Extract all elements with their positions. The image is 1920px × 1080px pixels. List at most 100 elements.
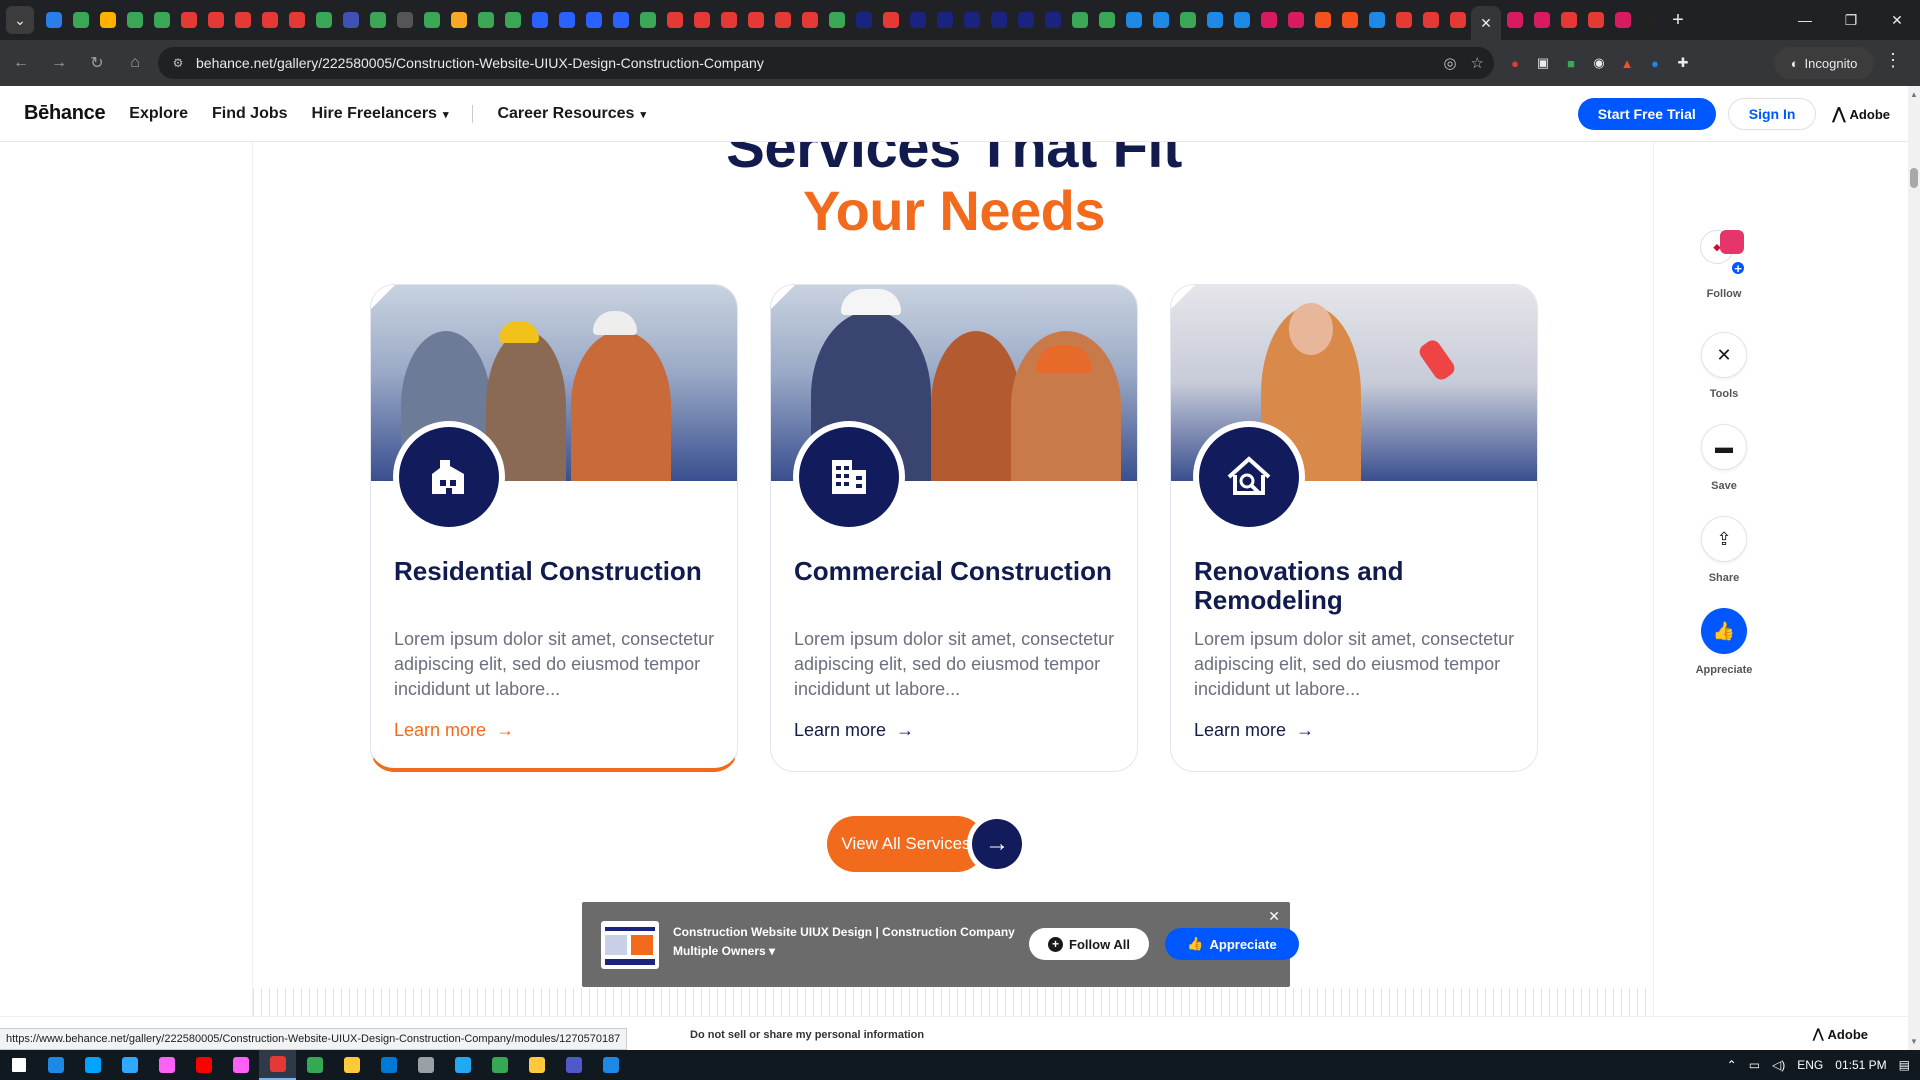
browser-tab[interactable] [472,0,499,40]
scroll-up-icon[interactable]: ▲ [1910,90,1918,99]
taskbar-app-icon[interactable] [296,1050,333,1080]
browser-tab[interactable] [1093,0,1120,40]
home-icon[interactable]: ⌂ [118,46,152,80]
browser-tab[interactable] [796,0,823,40]
browser-tab[interactable] [1282,0,1309,40]
view-all-services-button[interactable]: View All Services [827,816,985,872]
minimize-icon[interactable]: — [1782,0,1828,40]
eye-off-icon[interactable]: ◎ [1443,54,1456,72]
bookmark-star-icon[interactable]: ☆ [1471,54,1484,72]
browser-tab[interactable] [229,0,256,40]
rail-follow[interactable]: ◆ + Follow [1676,230,1772,300]
behance-logo[interactable]: Bēhance [24,102,106,125]
rail-tools[interactable]: ✕ Tools [1676,332,1772,400]
browser-tab[interactable] [1501,0,1528,40]
browser-menu-icon[interactable]: ⋮ [1884,50,1902,71]
browser-tab[interactable] [202,0,229,40]
browser-tab[interactable] [580,0,607,40]
browser-tab[interactable] [40,0,67,40]
adobe-link[interactable]: ⋀ Adobe [1832,104,1890,124]
share-icon[interactable]: ⇪ [1701,516,1747,562]
extension-icon[interactable]: ■ [1560,52,1582,74]
browser-tab[interactable] [175,0,202,40]
url-text[interactable]: behance.net/gallery/222580005/Constructi… [196,55,764,71]
browser-tab[interactable] [688,0,715,40]
address-bar[interactable]: ⚙ behance.net/gallery/222580005/Construc… [158,47,1494,79]
taskbar-app-icon[interactable] [555,1050,592,1080]
browser-tab[interactable] [1336,0,1363,40]
chevron-up-icon[interactable]: ⌃ [1727,1058,1737,1072]
browser-tab[interactable] [148,0,175,40]
taskbar-app-icon[interactable] [185,1050,222,1080]
back-icon[interactable]: ← [4,46,38,80]
browser-tab[interactable] [1417,0,1444,40]
browser-tab[interactable] [418,0,445,40]
nav-find-jobs[interactable]: Find Jobs [212,105,288,123]
clock[interactable]: 01:51 PM [1835,1058,1886,1072]
site-info-icon[interactable]: ⚙ [162,56,194,70]
nav-career-resources[interactable]: Career Resources ▾ [497,105,646,123]
project-title[interactable]: Construction Website UIUX Design | Const… [673,925,1015,939]
footer-adobe-link[interactable]: ⋀ Adobe [1813,1026,1868,1042]
arrow-right-icon[interactable]: → [972,819,1022,869]
browser-tab[interactable] [1066,0,1093,40]
browser-tab[interactable] [94,0,121,40]
extension-icon[interactable]: ● [1504,52,1526,74]
service-card-residential[interactable]: Residential Construction Lorem ipsum dol… [370,284,738,772]
browser-tab[interactable] [823,0,850,40]
browser-tab[interactable] [742,0,769,40]
browser-tab[interactable] [1309,0,1336,40]
privacy-link[interactable]: Do not sell or share my personal informa… [690,1029,924,1041]
extension-icon[interactable]: ▣ [1532,52,1554,74]
browser-tab[interactable] [1120,0,1147,40]
service-card-renovations[interactable]: Renovations and Remodeling Lorem ipsum d… [1170,284,1538,772]
taskbar-app-icon[interactable] [481,1050,518,1080]
taskbar-app-icon[interactable] [222,1050,259,1080]
learn-more-link[interactable]: Learn more → [394,720,514,741]
tools-icon[interactable]: ✕ [1701,332,1747,378]
scroll-down-icon[interactable]: ▼ [1910,1037,1918,1046]
start-free-trial-button[interactable]: Start Free Trial [1577,98,1716,130]
new-tab-button[interactable]: + [1663,9,1693,32]
network-icon[interactable]: ▭ [1749,1058,1760,1072]
extension-icon[interactable]: ▲ [1616,52,1638,74]
browser-tab[interactable] [931,0,958,40]
browser-tab[interactable] [1039,0,1066,40]
browser-tab[interactable] [1528,0,1555,40]
page-scrollbar[interactable]: ▲ ▼ [1908,86,1920,1050]
taskbar-app-icon[interactable] [37,1050,74,1080]
browser-tab[interactable] [1201,0,1228,40]
notifications-icon[interactable]: ▤ [1899,1058,1910,1072]
rail-share[interactable]: ⇪ Share [1676,516,1772,584]
browser-tab[interactable] [256,0,283,40]
browser-tab[interactable] [958,0,985,40]
taskbar-app-icon[interactable] [518,1050,555,1080]
browser-tab[interactable] [904,0,931,40]
forward-icon[interactable]: → [42,46,76,80]
browser-tab[interactable] [67,0,94,40]
plus-icon[interactable]: + [1730,260,1746,276]
rail-save[interactable]: ▬ Save [1676,424,1772,492]
browser-tab[interactable] [850,0,877,40]
browser-tab[interactable] [1174,0,1201,40]
browser-tab[interactable] [607,0,634,40]
taskbar-app-icon[interactable] [333,1050,370,1080]
taskbar-app-icon[interactable] [148,1050,185,1080]
service-card-commercial[interactable]: Commercial Construction Lorem ipsum dolo… [770,284,1138,772]
browser-tab[interactable] [337,0,364,40]
browser-tab[interactable] [526,0,553,40]
camera-extension-icon[interactable]: ◉ [1588,52,1610,74]
browser-tab[interactable] [769,0,796,40]
taskbar-app-icon[interactable] [259,1050,296,1080]
browser-tab[interactable] [499,0,526,40]
browser-tab[interactable] [1555,0,1582,40]
rail-appreciate[interactable]: 👍 Appreciate [1676,608,1772,676]
browser-tab[interactable] [877,0,904,40]
browser-tab[interactable] [634,0,661,40]
browser-tab[interactable] [553,0,580,40]
browser-tab[interactable] [445,0,472,40]
browser-tab[interactable] [364,0,391,40]
taskbar-app-icon[interactable] [74,1050,111,1080]
volume-icon[interactable]: ◁) [1772,1058,1785,1072]
browser-tab[interactable] [1609,0,1636,40]
